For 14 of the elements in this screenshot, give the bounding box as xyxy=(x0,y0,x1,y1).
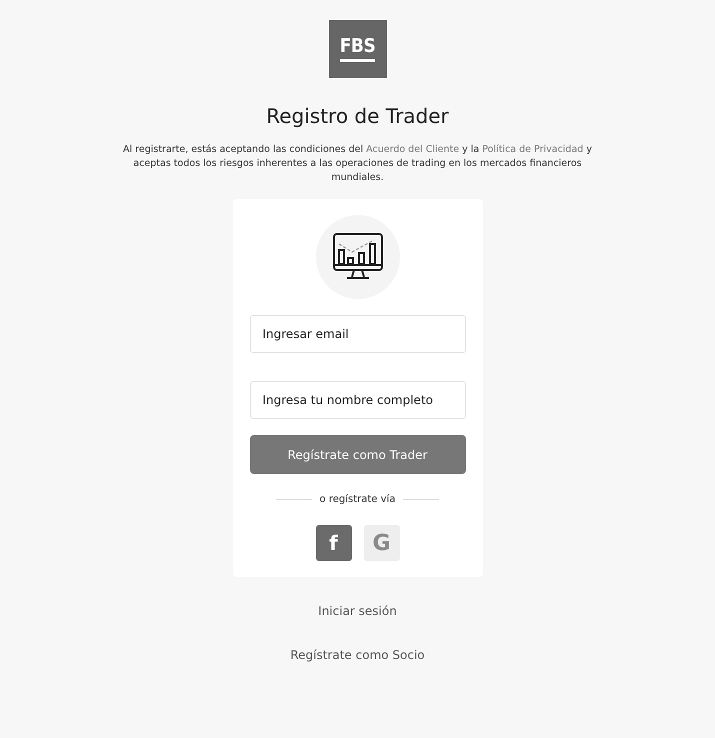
partner-register-link[interactable]: Regístrate como Socio xyxy=(290,646,425,664)
terms-link[interactable]: Política de Privacidad xyxy=(482,144,584,155)
page-title: Registro de Trader xyxy=(266,104,449,129)
register-button[interactable]: Regístrate como Trader xyxy=(250,435,466,474)
divider-text: o regístrate vía xyxy=(320,493,396,507)
terms-link[interactable]: Acuerdo del Cliente xyxy=(366,144,460,155)
input-field[interactable]: Ingresa tu nombre completo xyxy=(250,381,466,419)
facebook-button[interactable]: f xyxy=(316,525,352,561)
login-link[interactable]: Iniciar sesión xyxy=(318,602,397,620)
chart-monitor-icon xyxy=(332,232,384,282)
terms-text: Al registrarte, estás aceptando las condiciones del Acuerdo del Cliente y la Política de Privacidad y aceptas todos los riesgos inherentes a las operaciones de trading en los mercados financieros mundiales. xyxy=(122,143,592,185)
google-button[interactable]: G xyxy=(364,525,400,561)
input-field[interactable]: Ingresar email xyxy=(250,315,466,353)
logo: FBS xyxy=(328,20,386,78)
